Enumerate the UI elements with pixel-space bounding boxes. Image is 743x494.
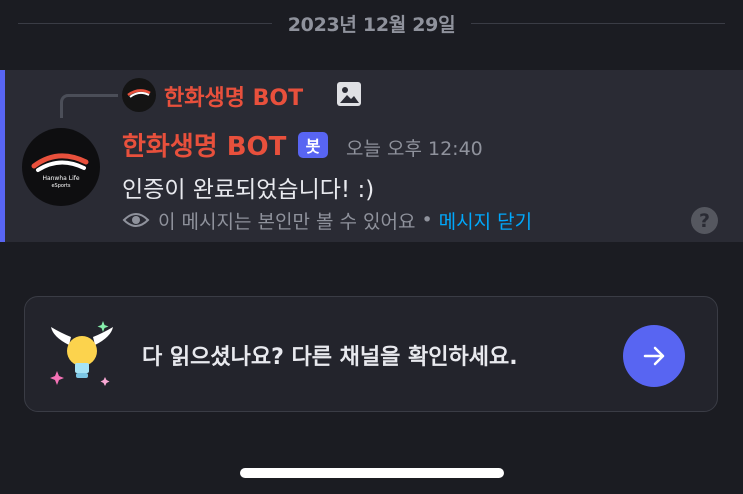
hanwha-esports-logo-icon: Hanwha Life eSports (31, 153, 89, 189)
ephemeral-notice: 이 메시지는 본인만 볼 수 있어요 • 메시지 닫기 (122, 206, 532, 234)
bot-tag: 봇 (298, 132, 328, 158)
image-icon[interactable] (335, 80, 363, 108)
author-name[interactable]: 한화생명 BOT (122, 126, 286, 163)
help-icon[interactable]: ? (691, 207, 718, 234)
date-label: 2023년 12월 29일 (287, 13, 456, 36)
logo-text-top: Hanwha Life (42, 175, 79, 182)
date-divider: 2023년 12월 29일 (18, 8, 726, 38)
read-prompt-text: 다 읽으셨나요? 다른 채널을 확인하세요. (142, 345, 518, 370)
message-timestamp: 오늘 오후 12:40 (346, 138, 483, 160)
winged-lightbulb-icon (50, 321, 113, 386)
arrow-right-icon (643, 346, 665, 366)
go-to-channels-button[interactable] (623, 325, 685, 387)
home-indicator[interactable] (240, 468, 504, 478)
divider-line-right (471, 22, 726, 24)
highlight-bar (0, 70, 5, 242)
reply-author-name[interactable]: 한화생명 BOT (164, 80, 303, 112)
read-prompt-card: 다 읽으셨나요? 다른 채널을 확인하세요. (24, 296, 718, 412)
dismiss-message-link[interactable]: 메시지 닫기 (439, 207, 532, 234)
eye-icon (122, 213, 150, 227)
reply-spine (60, 94, 118, 118)
ephemeral-message: 한화생명 BOT Hanwha Life eSports 한화생명 BOT 봇 … (0, 70, 743, 242)
logo-text-bottom: eSports (51, 183, 70, 189)
separator-dot: • (421, 209, 433, 231)
bot-avatar[interactable]: Hanwha Life eSports (22, 128, 100, 206)
reply-avatar[interactable] (122, 78, 156, 112)
message-content: 인증이 완료되었습니다! :) (122, 177, 375, 203)
divider-line-left (18, 22, 272, 24)
ephemeral-notice-text: 이 메시지는 본인만 볼 수 있어요 (158, 210, 416, 233)
hanwha-logo-icon (127, 89, 151, 98)
